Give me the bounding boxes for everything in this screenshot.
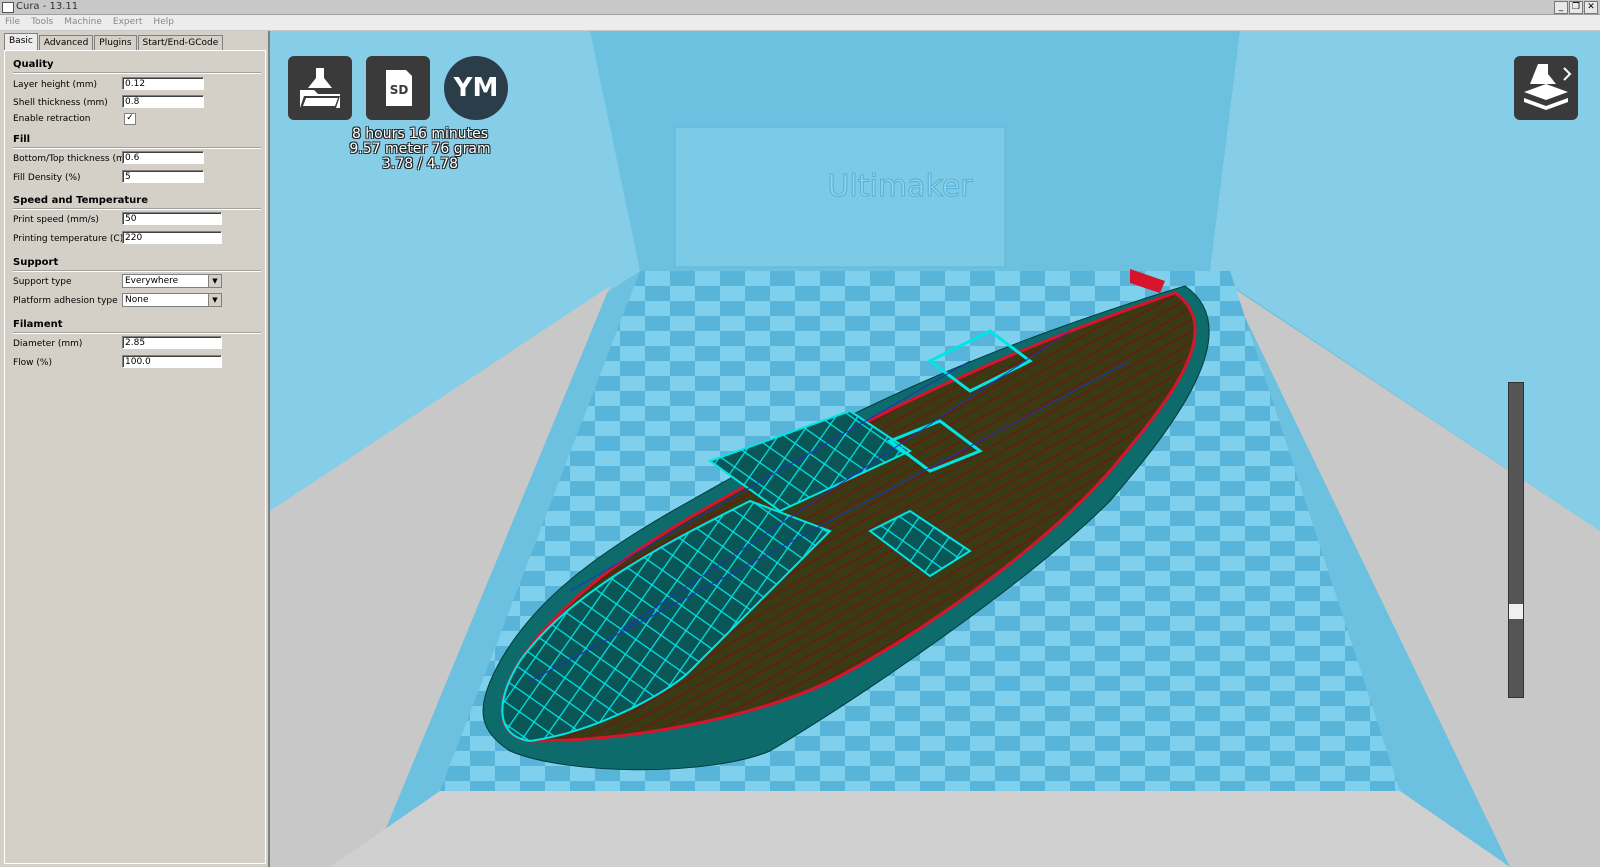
retraction-checkbox[interactable]: ✓ — [124, 113, 136, 125]
print-cost: 3.78 / 4.78 — [382, 156, 458, 172]
basic-settings-page: Quality Layer height (mm) 0.12 Shell thi… — [4, 50, 266, 864]
minimize-button[interactable]: _ — [1554, 1, 1568, 14]
sd-card-icon: SD — [386, 70, 412, 106]
load-model-button[interactable] — [288, 56, 352, 120]
layer-slider-handle[interactable] — [1509, 604, 1523, 619]
layer-slider[interactable] — [1508, 382, 1524, 698]
diameter-label: Diameter (mm) — [13, 339, 83, 349]
section-divider — [13, 208, 261, 210]
flow-label: Flow (%) — [13, 358, 52, 368]
support-type-value: Everywhere — [125, 276, 179, 286]
quality-heading: Quality — [13, 59, 54, 70]
menu-help[interactable]: Help — [148, 15, 180, 30]
print-info: 8 hours 16 minutes 9.57 meter 76 gram 3.… — [320, 127, 520, 172]
menu-bar: File Tools Machine Expert Help — [0, 15, 1600, 31]
printing-temperature-field[interactable]: 220 — [122, 231, 222, 244]
section-divider — [13, 270, 261, 272]
support-type-select[interactable]: Everywhere ▼ — [122, 274, 222, 288]
layer-height-field[interactable]: 0.12 — [122, 77, 204, 90]
view-mode-button[interactable] — [1514, 56, 1578, 120]
settings-tabs: Basic Advanced Plugins Start/End-GCode — [4, 33, 224, 50]
printing-temperature-label: Printing temperature (C) — [13, 234, 124, 244]
fill-density-label: Fill Density (%) — [13, 173, 81, 183]
platform-adhesion-value: None — [125, 295, 149, 305]
floor-front — [330, 791, 1510, 867]
window-controls: _ ❐ ✕ — [1554, 1, 1598, 14]
title-bar: Cura - 13.11 _ ❐ ✕ — [0, 0, 1600, 15]
section-divider — [13, 332, 261, 334]
layers-view-icon — [1524, 64, 1572, 110]
support-heading: Support — [13, 257, 59, 268]
window-title: Cura - 13.11 — [16, 1, 79, 12]
tab-advanced[interactable]: Advanced — [38, 35, 94, 50]
close-button[interactable]: ✕ — [1584, 1, 1598, 14]
load-folder-icon — [300, 68, 340, 108]
sd-label: SD — [390, 83, 409, 97]
filament-heading: Filament — [13, 319, 63, 330]
youmagine-button[interactable]: YM — [444, 56, 508, 120]
layer-height-label: Layer height (mm) — [13, 80, 98, 90]
speed-heading: Speed and Temperature — [13, 195, 148, 206]
tab-basic[interactable]: Basic — [4, 33, 38, 50]
cura-app-icon — [2, 2, 14, 13]
shell-thickness-label: Shell thickness (mm) — [13, 98, 108, 108]
bottom-top-thickness-label: Bottom/Top thickness (mm) — [13, 154, 138, 164]
platform-adhesion-label: Platform adhesion type — [13, 296, 118, 306]
print-time: 8 hours 16 minutes — [351, 126, 489, 142]
retraction-label: Enable retraction — [13, 114, 91, 124]
menu-file[interactable]: File — [0, 15, 26, 30]
flow-field[interactable]: 100.0 — [122, 355, 222, 368]
print-speed-label: Print speed (mm/s) — [13, 215, 99, 225]
menu-expert[interactable]: Expert — [108, 15, 149, 30]
shell-thickness-field[interactable]: 0.8 — [122, 95, 204, 108]
tab-plugins[interactable]: Plugins — [94, 35, 137, 50]
settings-panel: Basic Advanced Plugins Start/End-GCode Q… — [0, 31, 270, 867]
dropdown-arrow-icon: ▼ — [208, 294, 221, 306]
3d-viewport[interactable]: Ultimaker SD YM 8 hours 16 minutes 9.57 … — [270, 31, 1600, 867]
support-type-label: Support type — [13, 277, 72, 287]
machine-logo: Ultimaker — [827, 169, 973, 204]
diameter-field[interactable]: 2.85 — [122, 336, 222, 349]
bottom-top-thickness-field[interactable]: 0.6 — [122, 151, 204, 164]
fill-density-field[interactable]: 5 — [122, 170, 204, 183]
restore-button[interactable]: ❐ — [1569, 1, 1583, 14]
menu-tools[interactable]: Tools — [26, 15, 59, 30]
section-divider — [13, 147, 261, 149]
tab-start-end-gcode[interactable]: Start/End-GCode — [137, 35, 224, 50]
print-material: 9.57 meter 76 gram — [349, 141, 491, 157]
platform-adhesion-select[interactable]: None ▼ — [122, 293, 222, 307]
menu-machine[interactable]: Machine — [59, 15, 108, 30]
section-divider — [13, 72, 261, 74]
save-to-sd-button[interactable]: SD — [366, 56, 430, 120]
fill-heading: Fill — [13, 134, 31, 145]
print-speed-field[interactable]: 50 — [122, 212, 222, 225]
dropdown-arrow-icon: ▼ — [208, 275, 221, 287]
